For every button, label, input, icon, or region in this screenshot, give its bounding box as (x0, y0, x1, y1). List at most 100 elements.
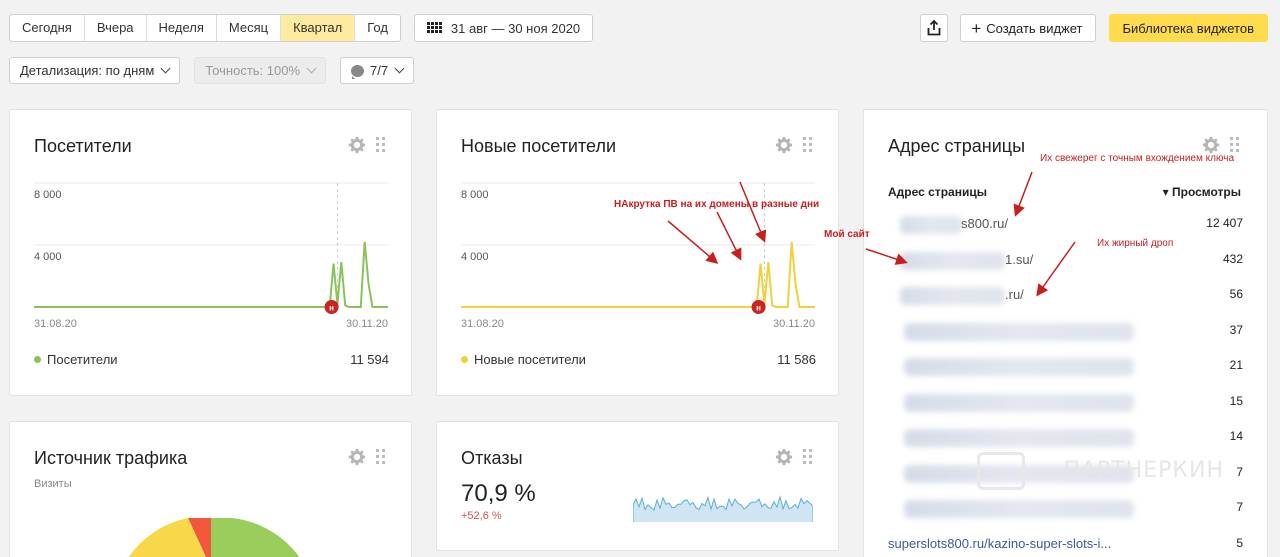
gear-icon[interactable] (348, 448, 366, 466)
comments-label: 7/7 (370, 63, 389, 78)
drag-handle-icon[interactable] (376, 449, 386, 465)
redacted-url (904, 500, 1134, 518)
table-row[interactable]: 21 (864, 358, 1267, 394)
page-address-widget: Адрес страницы Адрес страницы ▾ Просмотр… (863, 109, 1268, 557)
legend-dot (461, 356, 468, 363)
visitors-chart: 8 000 4 000 н 31.08.20 30.11.20 (34, 182, 388, 330)
period-tab[interactable]: Квартал (281, 15, 356, 41)
annotation-fresh-domain: Их свежерег с точным вхождением ключа (1040, 153, 1235, 164)
row-views: 14 (1229, 429, 1243, 443)
watermark: ПАРТНЕРКИН (1063, 458, 1224, 483)
redacted-url (900, 216, 962, 234)
right-toolbar: + Создать виджет Библиотека виджетов (920, 14, 1268, 42)
series-line (461, 241, 815, 308)
legend-item: Новые посетители (461, 352, 586, 367)
table-row[interactable]: 15 (864, 393, 1267, 430)
row-views: 5 (1236, 535, 1243, 550)
redacted-url (900, 287, 1005, 305)
annotation-my-site: Мой сайт (824, 229, 870, 240)
column-header-url[interactable]: Адрес страницы (888, 185, 987, 199)
y-tick-label: 8 000 (461, 189, 489, 201)
date-range-button[interactable]: 31 авг — 30 ноя 2020 (413, 14, 594, 42)
period-tab[interactable]: Месяц (217, 15, 282, 41)
note-marker-label: н (756, 304, 761, 313)
create-widget-button[interactable]: + Создать виджет (960, 14, 1096, 42)
period-selector: Сегодня Вчера Неделя Месяц Квартал Год (9, 14, 401, 42)
bounce-sparkline (633, 495, 813, 522)
legend-total: 11 586 (777, 352, 816, 367)
row-url[interactable]: s800.ru/ (961, 216, 1008, 231)
bounce-widget: Отказы 70,9 % +52,6 % (436, 421, 839, 551)
legend-item: Посетители (34, 352, 118, 367)
legend-label: Новые посетители (474, 352, 586, 367)
drag-handle-icon[interactable] (803, 449, 813, 465)
accuracy-label: Точность: 100% (205, 63, 301, 78)
x-tick-label: 31.08.20 (461, 318, 504, 330)
widget-title: Новые посетители (461, 136, 617, 156)
gear-icon[interactable] (348, 136, 366, 154)
period-tab[interactable]: Сегодня (10, 15, 85, 41)
table-row[interactable]: 37 (864, 322, 1267, 359)
traffic-source-widget: Источник трафика Визиты (9, 421, 412, 557)
row-views: 56 (1229, 287, 1243, 301)
period-tab[interactable]: Неделя (147, 15, 217, 41)
column-header-views[interactable]: ▾ Просмотры (1163, 185, 1241, 199)
drag-handle-icon[interactable] (803, 137, 813, 153)
row-url[interactable]: .ru/ (1005, 287, 1024, 302)
series-line (34, 241, 388, 308)
redacted-url (904, 429, 1134, 447)
row-url[interactable]: superslots800.ru/kazino-super-slots-i... (888, 536, 1111, 551)
comment-icon (351, 64, 365, 79)
gear-icon[interactable] (1202, 136, 1220, 154)
new-visitors-widget: Новые посетители 8 000 4 000 н 31.08.20 30.1… (436, 109, 839, 396)
filters-toolbar: Детализация: по дням Точность: 100% 7/7 (9, 57, 428, 84)
chevron-down-icon (394, 63, 405, 74)
legend-label: Посетители (47, 352, 118, 367)
period-tab[interactable]: Год (355, 15, 400, 41)
widget-title: Источник трафика (34, 448, 188, 468)
period-tab[interactable]: Вчера (85, 15, 147, 41)
x-tick-label: 30.11.20 (346, 318, 388, 330)
chevron-down-icon (306, 63, 317, 74)
widget-title: Отказы (461, 448, 523, 468)
y-tick-label: 4 000 (461, 251, 489, 263)
redacted-url (904, 358, 1134, 376)
row-views: 21 (1229, 358, 1243, 372)
table-row[interactable]: .ru/56 (864, 287, 1267, 323)
calendar-icon (426, 22, 442, 34)
detail-label: Детализация: по дням (20, 63, 155, 78)
row-views: 37 (1229, 322, 1243, 337)
create-widget-label: Создать виджет (986, 20, 1083, 36)
visitors-widget: Посетители 8 000 4 000 н 31.08.20 30.11.20 П… (9, 109, 412, 396)
x-tick-label: 30.11.20 (773, 318, 815, 330)
redacted-url (900, 251, 1005, 270)
chevron-down-icon (160, 63, 171, 74)
widget-title: Посетители (34, 136, 132, 156)
detail-dropdown[interactable]: Детализация: по дням (9, 57, 181, 84)
bounce-delta: +52,6 % (461, 510, 502, 522)
annotation-nakrutka: НАкрутка ПВ на их домены в разные дни (614, 199, 820, 210)
row-views: 12 407 (1206, 216, 1243, 230)
watermark-logo (977, 452, 1025, 490)
comments-dropdown[interactable]: 7/7 (340, 57, 415, 84)
gear-icon[interactable] (775, 448, 793, 466)
table-row[interactable]: 1.su/432 (864, 251, 1267, 288)
top-toolbar: Сегодня Вчера Неделя Месяц Квартал Год 31 авг… (9, 14, 594, 42)
drag-handle-icon[interactable] (1230, 137, 1240, 153)
widget-title: Адрес страницы (888, 136, 1026, 156)
y-tick-label: 8 000 (34, 189, 62, 201)
table-row[interactable]: 7 (864, 500, 1267, 536)
plus-icon: + (971, 18, 982, 38)
table-row[interactable]: superslots800.ru/kazino-super-slots-i...… (864, 536, 1267, 557)
date-range-label: 31 авг — 30 ноя 2020 (450, 20, 581, 36)
export-button[interactable] (920, 14, 949, 42)
widget-subtitle: Визиты (34, 478, 72, 490)
drag-handle-icon[interactable] (376, 137, 386, 153)
row-url[interactable]: 1.su/ (1005, 252, 1033, 267)
gear-icon[interactable] (775, 136, 793, 154)
table-row[interactable]: s800.ru/12 407 (864, 216, 1267, 252)
x-tick-label: 31.08.20 (34, 318, 77, 330)
redacted-url (904, 322, 1134, 341)
widget-library-button[interactable]: Библиотека виджетов (1108, 14, 1268, 42)
accuracy-dropdown[interactable]: Точность: 100% (194, 57, 327, 84)
